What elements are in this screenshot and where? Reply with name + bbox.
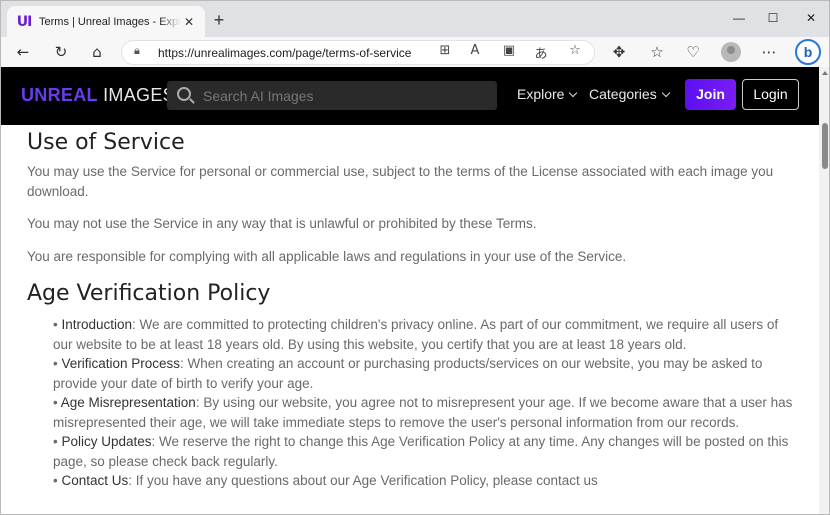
list-item-text: : We reserve the right to change this Ag… <box>53 434 789 469</box>
list-item: • Age Misrepresentation: By using our we… <box>53 395 793 430</box>
address-bar[interactable]: 🔒︎ https://unrealimages.com/page/terms-o… <box>121 40 595 65</box>
minimize-icon[interactable]: — <box>727 7 751 29</box>
list-item: • Contact Us: If you have any questions … <box>53 473 598 488</box>
list-item-label: Introduction <box>61 317 133 332</box>
maximize-icon[interactable]: ☐ <box>761 7 785 29</box>
profile-avatar[interactable] <box>721 42 741 62</box>
scroll-up-icon[interactable] <box>822 71 828 75</box>
tab-strip: UI Terms | Unreal Images - Explore an ✕ … <box>1 1 829 37</box>
list-item: • Introduction: We are committed to prot… <box>53 317 779 352</box>
chevron-down-icon <box>661 88 670 98</box>
apps-icon[interactable]: ⊞ <box>436 43 454 58</box>
favorites-icon[interactable]: ☆ <box>645 40 669 64</box>
nav-explore-label: Explore <box>517 86 565 102</box>
nav-categories-label: Categories <box>589 86 657 102</box>
logo-part-unreal: UNREAL <box>21 85 98 105</box>
nav-categories[interactable]: Categories <box>589 86 670 102</box>
browser-window: UI Terms | Unreal Images - Explore an ✕ … <box>0 0 830 515</box>
list-item-label: Policy Updates <box>61 434 152 449</box>
list-item-text: : If you have any questions about our Ag… <box>128 473 598 488</box>
home-icon[interactable]: ⌂ <box>85 40 109 64</box>
list-item-label: Contact Us <box>61 473 129 488</box>
login-button[interactable]: Login <box>742 79 799 110</box>
search-input[interactable] <box>203 86 483 105</box>
back-icon[interactable]: ← <box>11 40 35 64</box>
tab-close-icon[interactable]: ✕ <box>181 15 197 29</box>
age-policy-list: • Introduction: We are committed to prot… <box>53 315 797 491</box>
list-item-label: Verification Process <box>61 356 181 371</box>
new-tab-icon[interactable]: + <box>209 10 229 30</box>
nav-explore[interactable]: Explore <box>517 86 578 102</box>
favicon-icon: UI <box>16 13 33 30</box>
list-item-text: : We are committed to protecting childre… <box>53 317 779 352</box>
use-paragraph-2: You may not use the Service in any way t… <box>27 216 537 231</box>
use-paragraph-3: You are responsible for complying with a… <box>27 249 627 264</box>
url-text[interactable]: https://unrealimages.com/page/terms-of-s… <box>158 46 411 60</box>
list-item-label: Age Misrepresentation <box>60 395 196 410</box>
translate-icon[interactable]: あ <box>532 43 550 62</box>
scrollbar-thumb[interactable] <box>822 123 828 169</box>
logo-part-images: IMAGES <box>97 85 175 105</box>
page-content: Use of Service You may use the Service f… <box>1 125 819 514</box>
refresh-icon[interactable]: ↻ <box>49 40 73 64</box>
search-icon <box>177 87 191 101</box>
use-paragraph-1: You may use the Service for personal or … <box>27 164 774 199</box>
chevron-down-icon <box>569 88 578 98</box>
favorite-star-icon[interactable]: ☆ <box>566 43 584 58</box>
tab-title: Terms | Unreal Images - Explore an <box>39 15 181 28</box>
search-box[interactable] <box>167 81 497 110</box>
active-tab[interactable]: UI Terms | Unreal Images - Explore an ✕ <box>7 6 205 37</box>
use-of-service-heading: Use of Service <box>27 130 185 155</box>
page-scrollbar[interactable] <box>819 67 829 514</box>
list-item: • Policy Updates: We reserve the right t… <box>53 434 789 469</box>
join-button[interactable]: Join <box>685 79 736 110</box>
lock-icon[interactable]: 🔒︎ <box>134 45 140 58</box>
immersive-reader-icon[interactable]: ▣ <box>500 43 518 58</box>
bing-copilot-icon[interactable]: b <box>795 39 821 65</box>
extensions-icon[interactable]: ✥ <box>607 40 631 64</box>
list-item: • Verification Process: When creating an… <box>53 356 763 391</box>
site-header: UNREAL IMAGES Explore Categories Join Lo… <box>1 67 819 125</box>
site-logo[interactable]: UNREAL IMAGES <box>21 85 175 106</box>
read-aloud-icon[interactable]: A <box>466 43 484 58</box>
more-menu-icon[interactable]: ⋯ <box>757 40 781 64</box>
browser-toolbar: ← ↻ ⌂ 🔒︎ https://unrealimages.com/page/t… <box>1 37 829 67</box>
age-verification-heading: Age Verification Policy <box>27 281 271 306</box>
window-close-icon[interactable]: ✕ <box>799 7 823 29</box>
browser-essentials-icon[interactable]: ♡ <box>681 40 705 64</box>
